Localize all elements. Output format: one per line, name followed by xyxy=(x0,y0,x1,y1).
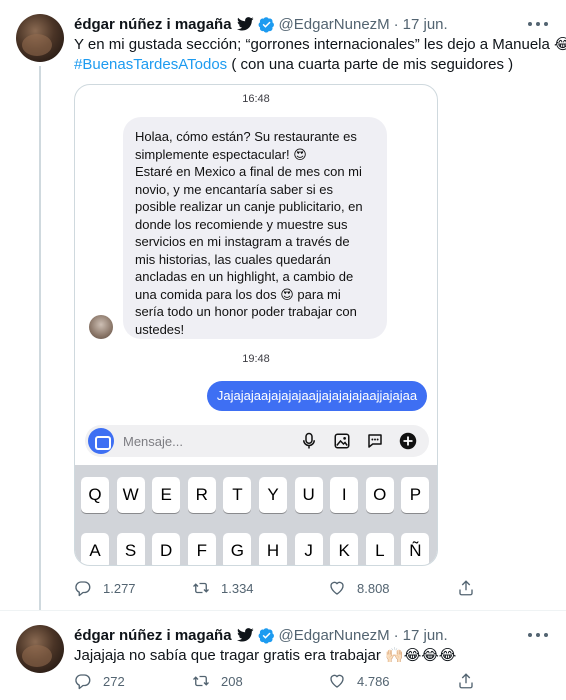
separator: · xyxy=(393,626,399,644)
keyboard-key: U xyxy=(294,477,323,513)
chat-timestamp: 19:48 xyxy=(242,353,270,365)
reply-button[interactable]: 272 xyxy=(74,671,125,691)
outgoing-message-bubble: Jajajajaajajajajaajjajajajajaajjajajaa xyxy=(207,381,427,411)
message-line: Estaré en Mexico a final de mes con mi xyxy=(135,164,362,179)
message-line: sería todo un honor poder trabajar con xyxy=(135,304,357,319)
keyboard-key: S xyxy=(116,533,145,565)
more-icon[interactable] xyxy=(528,627,548,643)
retweet-count: 1.334 xyxy=(221,580,254,596)
tweet-media-image[interactable]: 16:48 Holaa, cómo están? Su restaurante … xyxy=(74,84,438,566)
chat-timestamp: 16:48 xyxy=(242,93,270,105)
verified-badge-icon xyxy=(258,16,274,33)
sticker-icon xyxy=(368,434,382,448)
composer-placeholder: Mensaje... xyxy=(123,433,183,449)
sender-avatar xyxy=(89,315,113,339)
like-count: 8.808 xyxy=(357,580,390,596)
retweet-button[interactable]: 208 xyxy=(192,671,243,691)
like-button[interactable]: 8.808 xyxy=(328,578,390,598)
tweet-text: Jajajaja no sabía que tragar gratis era … xyxy=(74,647,457,664)
message-line: ancladas en un highlight, a cambio de xyxy=(135,269,354,284)
tweet-text-rest: ( con una cuarta parte de mis seguidores… xyxy=(227,56,514,73)
onscreen-keyboard: QWERTYUIOP ASDFGHJKLÑ xyxy=(75,465,437,565)
like-button[interactable]: 4.786 xyxy=(328,671,390,691)
reply-icon xyxy=(75,674,91,690)
like-icon xyxy=(330,674,344,688)
hashtag-link[interactable]: #BuenasTardesATodos xyxy=(74,56,227,73)
tweet[interactable]: édgar núñez i magaña @EdgarNunezM · 17 j… xyxy=(0,610,566,700)
tweet-header: édgar núñez i magaña @EdgarNunezM · 17 j… xyxy=(74,625,448,645)
more-icon[interactable] xyxy=(528,16,548,32)
keyboard-key: W xyxy=(116,477,145,513)
tweet-actions: 272 208 4.786 xyxy=(74,671,484,691)
keyboard-key: P xyxy=(401,477,430,513)
retweet-icon xyxy=(193,675,209,687)
message-line: novio, y me encantaría saber si es xyxy=(135,181,333,197)
keyboard-key: Y xyxy=(259,477,287,513)
tweet-text-line: Y en mi gustada sección; “gorrones inter… xyxy=(74,36,566,53)
reply-count: 1.277 xyxy=(103,580,136,596)
message-line: posible realizar un canje publicitario, … xyxy=(135,199,363,214)
keyboard-key: J xyxy=(294,533,323,565)
like-count: 4.786 xyxy=(357,673,390,689)
microphone-icon xyxy=(303,432,315,449)
thread-connector xyxy=(39,66,41,610)
gallery-icon xyxy=(334,433,350,449)
author-name[interactable]: édgar núñez i magaña xyxy=(74,627,232,644)
author-handle[interactable]: @EdgarNunezM xyxy=(279,627,390,644)
message-line: mis historias, las cuales quedarán xyxy=(135,251,331,267)
like-icon xyxy=(330,581,344,595)
share-button[interactable] xyxy=(457,578,475,598)
keyboard-key: E xyxy=(152,477,181,513)
keyboard-key: I xyxy=(330,477,359,513)
keyboard-key: H xyxy=(259,533,287,565)
keyboard-key: K xyxy=(330,533,359,565)
tweet-text: Y en mi gustada sección; “gorrones inter… xyxy=(74,35,566,75)
twitter-bird-icon xyxy=(236,17,254,31)
tweet-header: édgar núñez i magaña @EdgarNunezM · 17 j… xyxy=(74,14,448,34)
keyboard-key: R xyxy=(187,477,216,513)
camera-icon xyxy=(88,428,114,454)
keyboard-key: O xyxy=(365,477,394,513)
reply-icon xyxy=(75,581,91,597)
verified-badge-icon xyxy=(258,627,274,644)
keyboard-key: A xyxy=(81,533,109,565)
incoming-message-bubble: Holaa, cómo están? Su restaurante es simp… xyxy=(123,117,387,339)
share-icon xyxy=(459,673,473,689)
reply-count: 272 xyxy=(103,673,125,689)
message-composer: Mensaje... xyxy=(85,425,429,457)
reply-button[interactable]: 1.277 xyxy=(74,578,136,598)
share-button[interactable] xyxy=(457,671,475,691)
keyboard-key: G xyxy=(223,533,252,565)
message-line: donde los recomiende y muestre sus xyxy=(135,216,348,232)
tweet-actions: 1.277 1.334 8.808 xyxy=(74,578,484,598)
message-line: ustedes! xyxy=(135,321,185,337)
message-line: una comida para los dos 😍 para mi xyxy=(135,286,341,302)
twitter-bird-icon xyxy=(236,628,254,642)
keyboard-key: Ñ xyxy=(401,533,430,565)
tweet-date[interactable]: 17 jun. xyxy=(403,627,448,644)
tweet-text-line: #BuenasTardesATodos ( con una cuarta par… xyxy=(74,55,566,75)
retweet-count: 208 xyxy=(221,673,243,689)
plus-icon xyxy=(399,432,417,450)
message-line: simplemente espectacular! 😍 xyxy=(135,146,307,162)
keyboard-key: F xyxy=(187,533,216,565)
retweet-icon xyxy=(193,582,209,594)
avatar[interactable] xyxy=(16,625,64,673)
message-line: servicios en mi instagram a través de xyxy=(135,234,350,249)
avatar[interactable] xyxy=(16,14,64,62)
message-line: Holaa, cómo están? Su restaurante es xyxy=(135,129,357,144)
share-icon xyxy=(459,580,473,596)
keyboard-key: Q xyxy=(81,477,109,513)
keyboard-key: T xyxy=(223,477,252,513)
author-handle[interactable]: @EdgarNunezM xyxy=(279,16,390,33)
keyboard-key: D xyxy=(152,533,181,565)
separator: · xyxy=(393,15,399,33)
tweet[interactable]: édgar núñez i magaña @EdgarNunezM · 17 j… xyxy=(0,0,566,610)
author-name[interactable]: édgar núñez i magaña xyxy=(74,16,232,33)
keyboard-key: L xyxy=(365,533,394,565)
retweet-button[interactable]: 1.334 xyxy=(192,578,254,598)
tweet-date[interactable]: 17 jun. xyxy=(403,16,448,33)
